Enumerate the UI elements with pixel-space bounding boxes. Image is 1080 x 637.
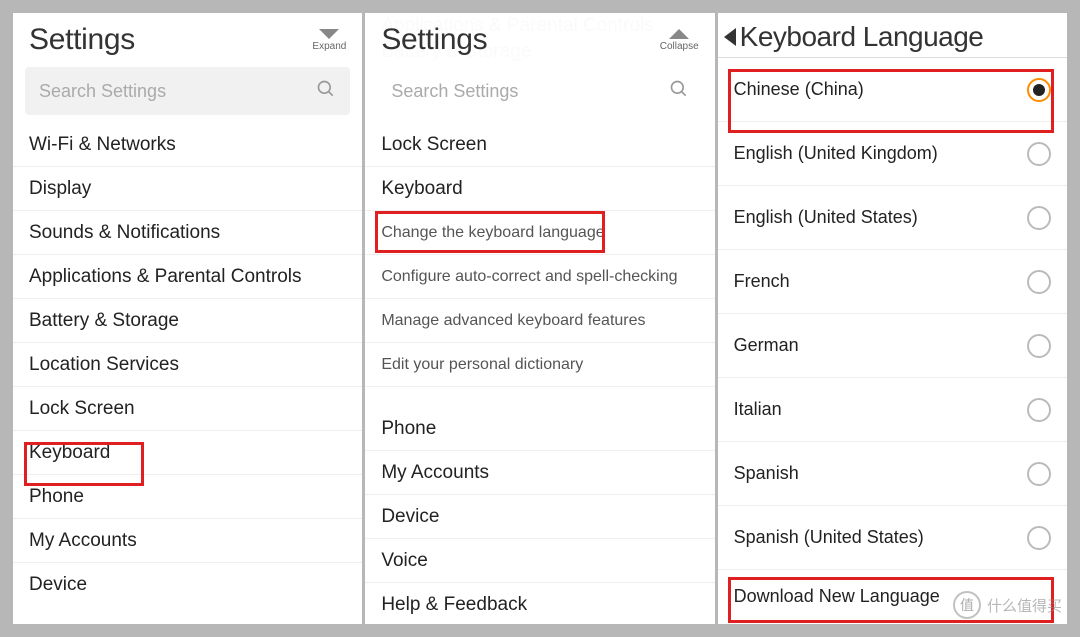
settings-item-display[interactable]: Display xyxy=(13,167,362,211)
sub-advanced-keyboard-features[interactable]: Manage advanced keyboard features xyxy=(365,299,714,343)
radio-icon xyxy=(1027,334,1051,358)
expand-icon xyxy=(319,29,339,39)
watermark-text: 什么值得买 xyxy=(987,595,1062,616)
search-input[interactable] xyxy=(391,81,668,102)
search-icon xyxy=(316,79,336,104)
radio-icon xyxy=(1027,206,1051,230)
sub-configure-autocorrect[interactable]: Configure auto-correct and spell-checkin… xyxy=(365,255,714,299)
watermark-badge: 值 xyxy=(953,591,981,619)
page-title: Settings xyxy=(381,23,487,57)
language-label: Italian xyxy=(734,399,782,420)
settings-item-sounds[interactable]: Sounds & Notifications xyxy=(13,211,362,255)
settings-item-lock-screen[interactable]: Lock Screen xyxy=(13,387,362,431)
sub-change-keyboard-language[interactable]: Change the keyboard language xyxy=(365,211,714,255)
search-icon xyxy=(669,79,689,104)
expand-button[interactable]: Expand xyxy=(312,29,346,52)
language-label: English (United States) xyxy=(734,207,918,228)
language-label: Chinese (China) xyxy=(734,79,864,100)
radio-icon xyxy=(1027,462,1051,486)
collapse-label: Collapse xyxy=(660,41,699,52)
expand-label: Expand xyxy=(312,41,346,52)
page-title: Keyboard Language xyxy=(740,21,984,53)
radio-icon xyxy=(1027,142,1051,166)
language-option-spanish[interactable]: Spanish xyxy=(718,442,1067,506)
group-help-feedback[interactable]: Help & Feedback xyxy=(365,583,714,624)
language-option-chinese[interactable]: Chinese (China) xyxy=(718,58,1067,122)
collapse-button[interactable]: Collapse xyxy=(660,29,699,52)
group-my-accounts[interactable]: My Accounts xyxy=(365,451,714,495)
language-label: English (United Kingdom) xyxy=(734,143,938,164)
language-label: French xyxy=(734,271,790,292)
language-option-italian[interactable]: Italian xyxy=(718,378,1067,442)
search-input[interactable] xyxy=(39,81,316,102)
radio-icon xyxy=(1027,398,1051,422)
settings-item-location[interactable]: Location Services xyxy=(13,343,362,387)
language-label: Spanish (United States) xyxy=(734,527,924,548)
group-device[interactable]: Device xyxy=(365,495,714,539)
settings-panel-collapsed: Settings Expand Wi-Fi & Networks Display… xyxy=(13,13,362,624)
search-field-wrap[interactable] xyxy=(25,67,350,115)
settings-expanded-list: Lock Screen Keyboard Change the keyboard… xyxy=(365,123,714,624)
language-option-spanish-us[interactable]: Spanish (United States) xyxy=(718,506,1067,570)
settings-item-device[interactable]: Device xyxy=(13,563,362,607)
language-option-english-uk[interactable]: English (United Kingdom) xyxy=(718,122,1067,186)
settings-item-battery-storage[interactable]: Battery & Storage xyxy=(13,299,362,343)
radio-icon xyxy=(1027,78,1051,102)
panel1-header: Settings Expand xyxy=(13,13,362,63)
group-lock-screen[interactable]: Lock Screen xyxy=(365,123,714,167)
group-keyboard[interactable]: Keyboard xyxy=(365,167,714,211)
settings-item-wifi-networks[interactable]: Wi-Fi & Networks xyxy=(13,123,362,167)
group-voice[interactable]: Voice xyxy=(365,539,714,583)
page-title: Settings xyxy=(29,23,135,57)
language-option-german[interactable]: German xyxy=(718,314,1067,378)
settings-item-keyboard[interactable]: Keyboard xyxy=(13,431,362,475)
panel3-header: Keyboard Language xyxy=(718,13,1067,58)
watermark: 值 什么值得买 xyxy=(953,591,1062,619)
collapse-icon xyxy=(669,29,689,39)
settings-item-my-accounts[interactable]: My Accounts xyxy=(13,519,362,563)
radio-icon xyxy=(1027,526,1051,550)
settings-item-phone[interactable]: Phone xyxy=(13,475,362,519)
settings-item-apps-parental[interactable]: Applications & Parental Controls xyxy=(13,255,362,299)
language-list: Chinese (China) English (United Kingdom)… xyxy=(718,58,1067,624)
language-label: German xyxy=(734,335,799,356)
settings-panel-expanded: Applications & Parental Controls Battery… xyxy=(365,13,714,624)
language-option-french[interactable]: French xyxy=(718,250,1067,314)
sub-edit-personal-dictionary[interactable]: Edit your personal dictionary xyxy=(365,343,714,387)
language-label: Spanish xyxy=(734,463,799,484)
radio-icon xyxy=(1027,270,1051,294)
settings-list: Wi-Fi & Networks Display Sounds & Notifi… xyxy=(13,123,362,624)
group-phone[interactable]: Phone xyxy=(365,407,714,451)
back-icon[interactable] xyxy=(724,28,736,46)
keyboard-language-panel: Keyboard Language Chinese (China) Englis… xyxy=(718,13,1067,624)
language-option-english-us[interactable]: English (United States) xyxy=(718,186,1067,250)
search-field-wrap[interactable] xyxy=(377,67,702,115)
panel2-header: Settings Collapse xyxy=(365,13,714,63)
download-label: Download New Language xyxy=(734,586,940,607)
